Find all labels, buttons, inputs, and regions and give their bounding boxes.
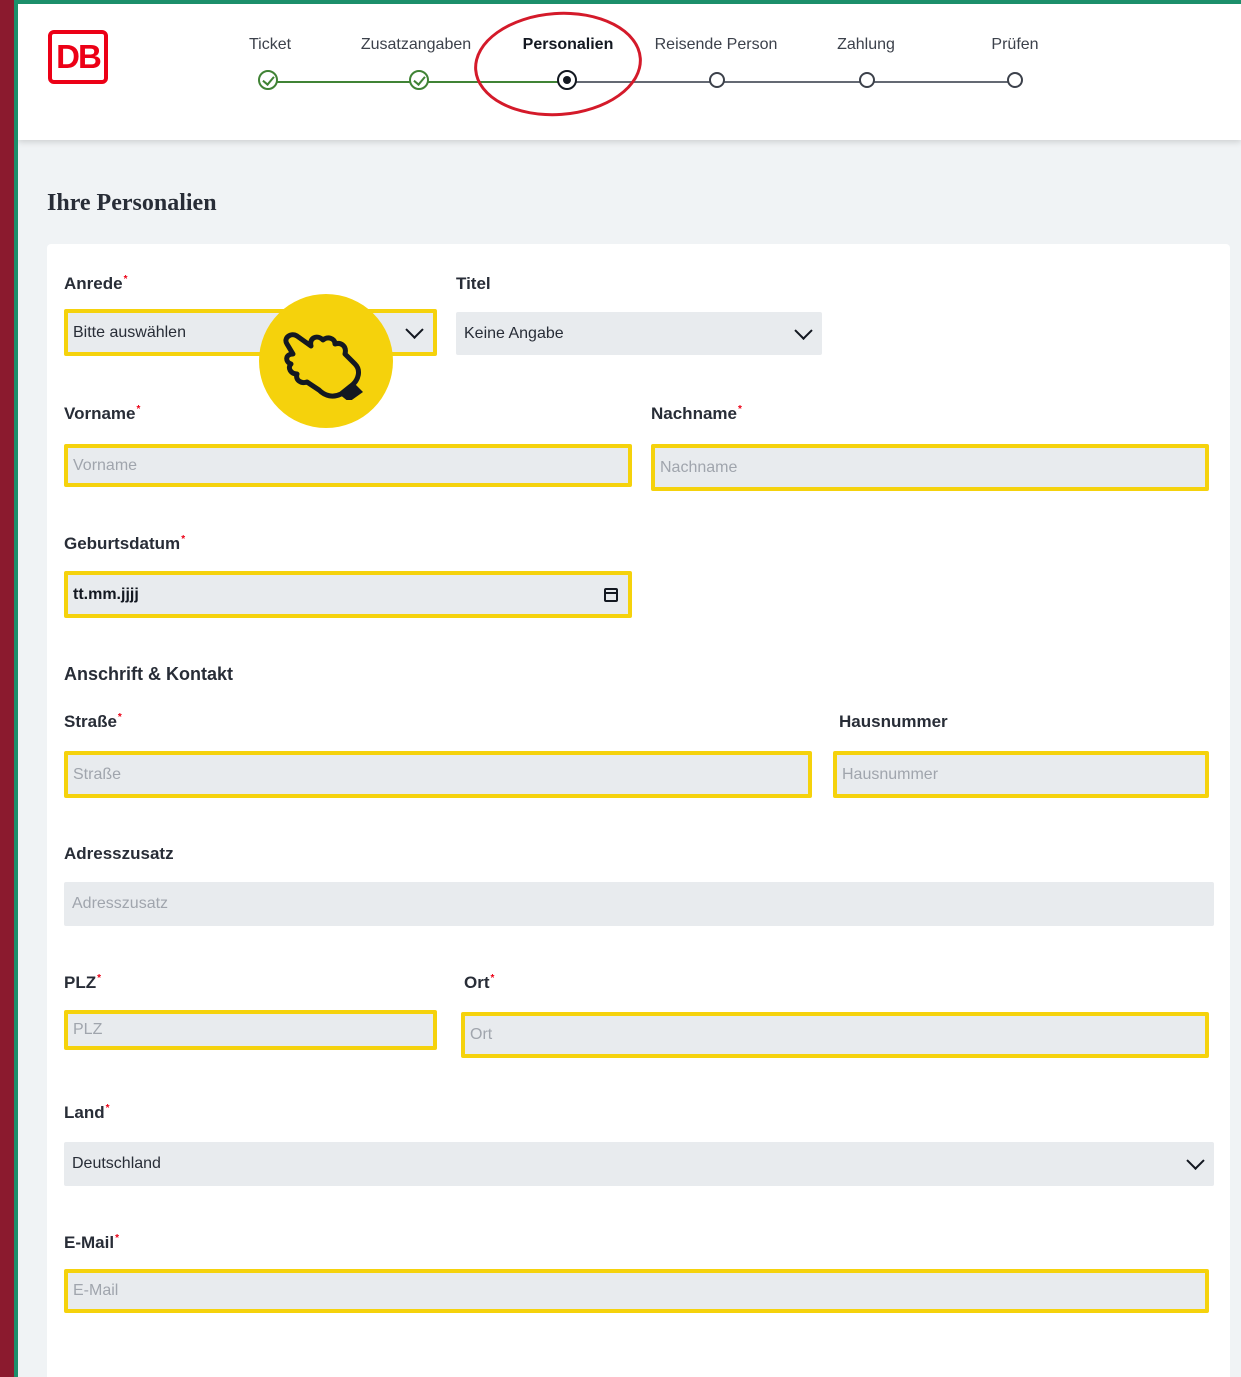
anrede-value: Bitte auswählen — [73, 323, 186, 341]
step-label-zahlung: Zahlung — [837, 36, 895, 53]
ort-label-text: Ort — [464, 973, 490, 992]
plz-label-text: PLZ — [64, 973, 97, 992]
step-connector — [266, 81, 419, 83]
nachname-label: Nachname — [651, 404, 742, 424]
geburtsdatum-label-text: Geburtsdatum — [64, 534, 181, 553]
hausnummer-label: Hausnummer — [839, 712, 948, 731]
land-value: Deutschland — [72, 1155, 161, 1172]
email-placeholder: E-Mail — [73, 1282, 119, 1299]
chevron-down-icon — [1186, 1151, 1205, 1170]
page-title: Ihre Personalien — [47, 190, 217, 216]
titel-select[interactable]: Keine Angabe — [456, 312, 822, 355]
email-label: E-Mail — [64, 1233, 119, 1253]
nachname-placeholder: Nachname — [660, 458, 738, 476]
land-label: Land — [64, 1103, 110, 1123]
ort-label: Ort — [464, 973, 494, 993]
pending-step-icon — [1007, 72, 1023, 88]
ort-placeholder: Ort — [470, 1026, 493, 1043]
strasse-placeholder: Straße — [73, 765, 122, 783]
plz-placeholder: PLZ — [73, 1021, 103, 1038]
strasse-label: Straße — [64, 712, 122, 732]
hausnummer-field[interactable]: Hausnummer — [833, 751, 1209, 798]
pointing-hand-icon — [283, 332, 363, 400]
anschrift-section-title: Anschrift & Kontakt — [64, 664, 234, 684]
geburtsdatum-field[interactable]: tt.mm.jjjj — [64, 571, 632, 618]
step-connector — [717, 81, 867, 83]
vorname-label-text: Vorname — [64, 404, 136, 423]
anrede-label-text: Anrede — [64, 274, 123, 293]
land-select[interactable]: Deutschland — [64, 1142, 1214, 1186]
email-field[interactable]: E-Mail — [64, 1269, 1209, 1313]
email-label-text: E-Mail — [64, 1233, 115, 1252]
step-connector — [867, 81, 1017, 83]
anrede-label: Anrede — [64, 274, 127, 294]
step-label-zusatzangaben[interactable]: Zusatzangaben — [361, 36, 471, 54]
pending-step-icon — [709, 72, 725, 88]
ort-field[interactable]: Ort — [461, 1012, 1209, 1058]
nachname-label-text: Nachname — [651, 404, 737, 423]
titel-value: Keine Angabe — [464, 324, 564, 342]
step-label-ticket[interactable]: Ticket — [249, 36, 291, 54]
pending-step-icon — [859, 72, 875, 88]
titel-label: Titel — [456, 274, 491, 293]
vorname-placeholder: Vorname — [73, 456, 138, 474]
strasse-label-text: Straße — [64, 712, 117, 731]
geburtsdatum-label: Geburtsdatum — [64, 534, 185, 554]
strasse-field[interactable]: Straße — [64, 751, 812, 798]
adresszusatz-placeholder: Adresszusatz — [72, 895, 169, 912]
vorname-field[interactable]: Vorname — [64, 444, 632, 487]
header: DB Ticket Zusatzangaben Personalien Reis… — [18, 4, 1241, 140]
plz-field[interactable]: PLZ — [64, 1010, 437, 1050]
hausnummer-placeholder: Hausnummer — [842, 765, 939, 783]
click-indicator — [259, 294, 393, 428]
adresszusatz-label: Adresszusatz — [64, 844, 174, 863]
adresszusatz-field[interactable]: Adresszusatz — [64, 882, 1214, 926]
vorname-label: Vorname — [64, 404, 140, 424]
geburtsdatum-placeholder: tt.mm.jjjj — [73, 585, 139, 603]
chevron-down-icon — [794, 321, 813, 340]
app-frame: DB Ticket Zusatzangaben Personalien Reis… — [14, 0, 1241, 1377]
calendar-icon[interactable] — [604, 587, 618, 602]
chevron-down-icon — [405, 320, 424, 339]
step-label-pruefen: Prüfen — [991, 36, 1039, 53]
nachname-field[interactable]: Nachname — [651, 444, 1209, 491]
step-label-reisende-person: Reisende Person — [654, 36, 778, 53]
personal-data-form: Anrede Bitte auswählen Titel Keine Angab… — [47, 244, 1230, 1377]
land-label-text: Land — [64, 1103, 105, 1122]
check-icon[interactable] — [409, 70, 429, 90]
check-icon[interactable] — [258, 70, 278, 90]
plz-label: PLZ — [64, 973, 101, 993]
